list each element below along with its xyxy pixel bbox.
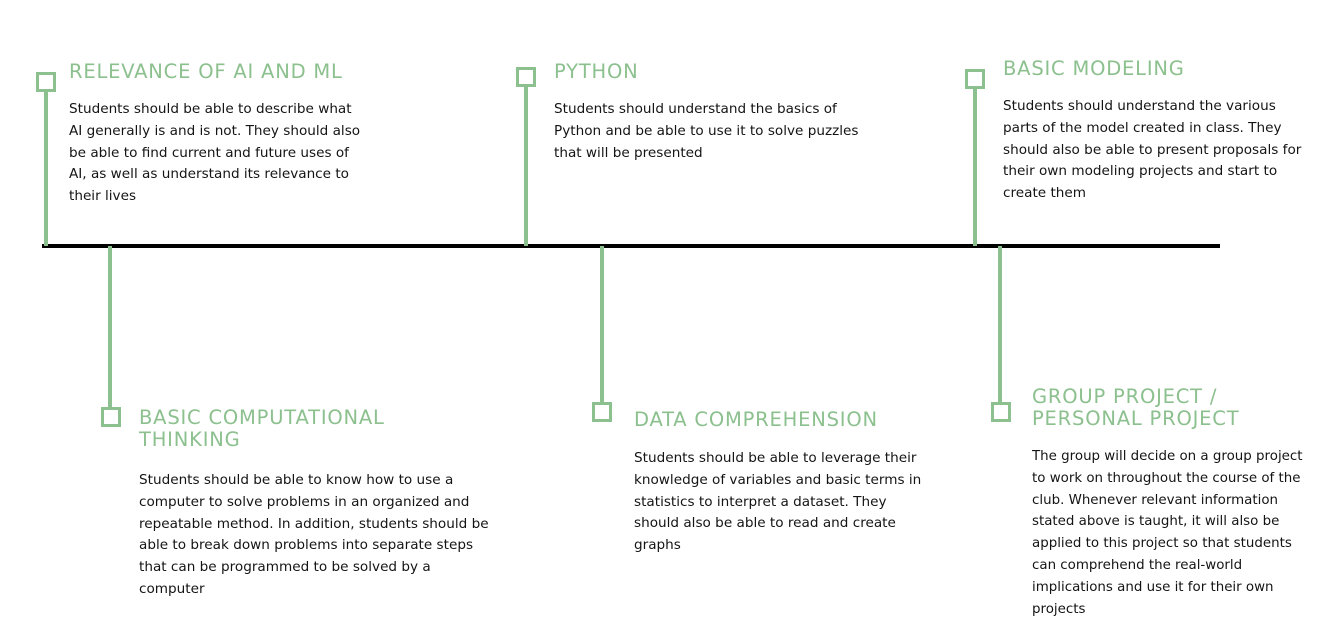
relevance-title: RELEVANCE OF AI AND ML [69, 60, 343, 83]
data-comprehension-description: Students should be able to leverage thei… [634, 450, 922, 554]
computational-thinking-title: BASIC COMPUTATIONAL THINKING [139, 406, 385, 451]
computational-thinking-marker [101, 407, 121, 427]
python-stem [524, 84, 528, 246]
group-project-title: GROUP PROJECT / PERSONAL PROJECT [1032, 385, 1240, 430]
python-marker [516, 67, 536, 87]
data-comprehension-stem [600, 246, 604, 404]
data-comprehension-title: DATA COMPREHENSION [634, 408, 878, 431]
computational-thinking-description: Students should be able to know how to u… [139, 472, 489, 597]
basic-modeling-marker [965, 69, 985, 89]
python-title: PYTHON [554, 60, 639, 83]
group-project-description: The group will decide on a group project… [1032, 449, 1303, 617]
basic-modeling-stem [973, 86, 977, 246]
relevance-stem [44, 90, 48, 246]
basic-modeling-title: BASIC MODELING [1003, 57, 1185, 80]
relevance-description: Students should be able to describe what… [69, 101, 361, 205]
computational-thinking-stem [108, 246, 112, 408]
python-description: Students should understand the basics of… [554, 101, 859, 161]
timeline-diagram: RELEVANCE OF AI AND ML Students should b… [0, 0, 1325, 631]
relevance-marker [36, 72, 56, 92]
basic-modeling-description: Students should understand the various p… [1003, 98, 1302, 202]
data-comprehension-marker [592, 402, 612, 422]
group-project-marker [991, 402, 1011, 422]
group-project-stem [998, 246, 1002, 404]
timeline-axis [42, 244, 1220, 248]
